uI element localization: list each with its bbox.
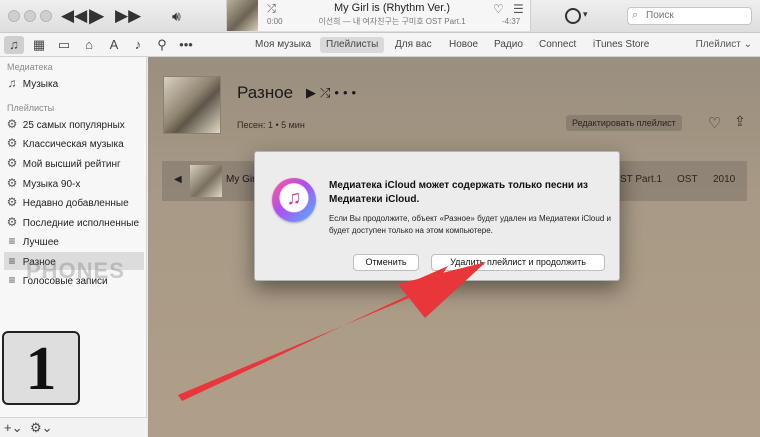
track-album: ST Part.1 bbox=[620, 174, 663, 185]
play-icon[interactable]: ▶ bbox=[89, 4, 104, 28]
sidebar-item-music[interactable]: ♫ Музыка bbox=[4, 74, 144, 92]
sidebar-item-recently-added[interactable]: ⚙ Недавно добавленные bbox=[4, 193, 144, 211]
itunes-logo-icon: ♫ bbox=[272, 178, 316, 222]
gear-icon: ⚙ bbox=[6, 136, 18, 150]
now-playing-title: My Girl is (Rhythm Ver.) bbox=[333, 2, 451, 14]
sidebar-item-label: Музыка 90-х bbox=[22, 179, 81, 190]
gear-icon[interactable]: ⚙⌄ bbox=[30, 420, 53, 436]
chevron-down-icon: ⌄ bbox=[743, 39, 752, 50]
tab-playlists[interactable]: Плейлисты bbox=[320, 37, 385, 53]
tab-my-music[interactable]: Моя музыка bbox=[249, 37, 317, 53]
track-artwork bbox=[190, 165, 222, 197]
sidebar-item-label: Мой высший рейтинг bbox=[22, 159, 121, 170]
track-genre: OST bbox=[677, 174, 698, 185]
library-header: Медиатека bbox=[7, 62, 53, 72]
track-year: 2010 bbox=[713, 174, 736, 185]
tab-radio[interactable]: Радио bbox=[488, 37, 529, 53]
apps-icon[interactable]: A bbox=[104, 36, 124, 54]
tab-itunes-store[interactable]: iTunes Store bbox=[587, 37, 655, 53]
shuffle-icon[interactable]: ⤮ bbox=[267, 3, 276, 16]
sidebar-item-90s[interactable]: ⚙ Музыка 90-х bbox=[4, 174, 144, 192]
now-playing-artwork[interactable] bbox=[227, 0, 258, 31]
dialog-title: Медиатека iCloud может содержать только … bbox=[329, 180, 588, 205]
tab-new[interactable]: Новое bbox=[443, 37, 484, 53]
search-field[interactable]: ⌕ bbox=[627, 7, 752, 25]
remaining-time: -4:37 bbox=[502, 17, 521, 26]
sidebar-item-top-25[interactable]: ⚙ 25 самых популярных bbox=[4, 115, 144, 133]
delete-playlist-continue-button[interactable]: Удалить плейлист и продолжить bbox=[431, 254, 605, 271]
step-number-badge: 1 bbox=[2, 331, 80, 405]
gear-icon: ⚙ bbox=[6, 156, 18, 170]
podcasts-graduation-icon[interactable]: ⌂ bbox=[79, 36, 99, 54]
gear-icon: ⚙ bbox=[6, 176, 18, 190]
account-icon[interactable] bbox=[565, 8, 581, 24]
now-playing-display: ⤮ 0:00 My Girl is (Rhythm Ver.) 이선희 — 내 … bbox=[226, 0, 531, 31]
radio-antenna-icon[interactable]: ⚲ bbox=[152, 36, 172, 54]
close-window-button[interactable] bbox=[8, 10, 20, 22]
gear-icon: ⚙ bbox=[6, 195, 18, 209]
fast-forward-icon[interactable]: ▶▶ bbox=[115, 4, 141, 28]
music-note-icon: ♫ bbox=[286, 187, 302, 209]
music-note-icon: ♫ bbox=[7, 76, 17, 90]
movies-icon[interactable]: ▦ bbox=[29, 36, 49, 54]
playlist-controls: ▶⤮••• bbox=[306, 85, 360, 101]
tones-bell-icon[interactable]: ♪ bbox=[128, 36, 148, 54]
playlist-artwork[interactable] bbox=[163, 76, 221, 134]
speaker-icon: ◀ bbox=[174, 174, 182, 185]
more-icon[interactable]: ••• bbox=[176, 36, 196, 54]
zoom-window-button[interactable] bbox=[40, 10, 52, 22]
title-bar: ◀◀ ▶ ▶▶ 🔊︎ ⤮ 0:00 My Girl is (Rhythm Ver… bbox=[0, 0, 760, 33]
share-icon[interactable]: ⇪ bbox=[734, 113, 746, 130]
sidebar-footer: +⌄ ⚙⌄ bbox=[0, 417, 147, 437]
sidebar-item-label: Последние исполненные bbox=[22, 218, 140, 229]
sidebar-item-label: Классическая музыка bbox=[22, 139, 124, 150]
rewind-icon[interactable]: ◀◀ bbox=[61, 4, 87, 28]
volume-icon[interactable]: 🔊︎ bbox=[172, 4, 181, 28]
sidebar-item-recently-played[interactable]: ⚙ Последние исполненные bbox=[4, 213, 144, 231]
love-icon[interactable]: ♡ bbox=[493, 2, 504, 16]
sidebar-item-best[interactable]: ≡ Лучшее bbox=[4, 232, 144, 250]
edit-playlist-button[interactable]: Редактировать плейлист bbox=[566, 115, 682, 131]
playlists-header: Плейлисты bbox=[7, 103, 55, 113]
now-playing-artist: 이선희 — 내 여자친구는 구미호 OST Part.1 bbox=[318, 17, 466, 26]
sidebar-item-label: Недавно добавленные bbox=[22, 198, 129, 209]
tab-for-you[interactable]: Для вас bbox=[389, 37, 438, 53]
heart-icon[interactable]: ♡ bbox=[708, 114, 721, 132]
cancel-button[interactable]: Отменить bbox=[353, 254, 419, 271]
track-name: My Girl bbox=[226, 174, 258, 185]
elapsed-time: 0:00 bbox=[267, 17, 283, 26]
playlist-title: Разное bbox=[237, 83, 294, 102]
tv-icon[interactable]: ▭ bbox=[54, 36, 74, 54]
search-icon: ⌕ bbox=[632, 9, 639, 21]
shuffle-icon[interactable]: ⤮ bbox=[320, 85, 334, 100]
sidebar-item-label: Лучшее bbox=[22, 237, 59, 248]
gear-icon: ⚙ bbox=[6, 215, 18, 229]
playlist-meta: Песен: 1 • 5 мин bbox=[237, 120, 305, 130]
search-input[interactable] bbox=[646, 10, 746, 21]
view-select[interactable]: Плейлист ⌄ bbox=[696, 39, 752, 50]
toolbar: ♫ ▦ ▭ ⌂ A ♪ ⚲ ••• Моя музыка Плейлисты Д… bbox=[0, 33, 760, 57]
minimize-window-button[interactable] bbox=[24, 10, 36, 22]
sidebar-item-top-rated[interactable]: ⚙ Мой высший рейтинг bbox=[4, 154, 144, 172]
playlist-icon: ≡ bbox=[8, 273, 16, 287]
more-icon[interactable]: ••• bbox=[334, 85, 360, 100]
dialog-message: Если Вы продолжите, объект «Разное» буде… bbox=[329, 214, 611, 235]
add-icon[interactable]: +⌄ bbox=[4, 420, 22, 436]
sidebar-item-classical[interactable]: ⚙ Классическая музыка bbox=[4, 134, 144, 152]
chevron-down-icon[interactable]: ▾ bbox=[583, 9, 588, 20]
playlist-icon: ≡ bbox=[8, 254, 16, 268]
playlist-icon: ≡ bbox=[8, 234, 16, 248]
tab-connect[interactable]: Connect bbox=[533, 37, 582, 53]
music-icon[interactable]: ♫ bbox=[4, 36, 24, 54]
sidebar-item-label: Музыка bbox=[22, 79, 59, 90]
icloud-alert-dialog: ♫ Медиатека iCloud может содержать тольк… bbox=[254, 151, 620, 281]
view-select-label: Плейлист bbox=[695, 39, 741, 50]
gear-icon: ⚙ bbox=[6, 117, 18, 131]
up-next-icon[interactable]: ☰ bbox=[513, 2, 524, 16]
watermark: PHONES bbox=[26, 258, 125, 283]
play-icon[interactable]: ▶ bbox=[306, 85, 320, 100]
sidebar-item-label: 25 самых популярных bbox=[22, 120, 125, 131]
